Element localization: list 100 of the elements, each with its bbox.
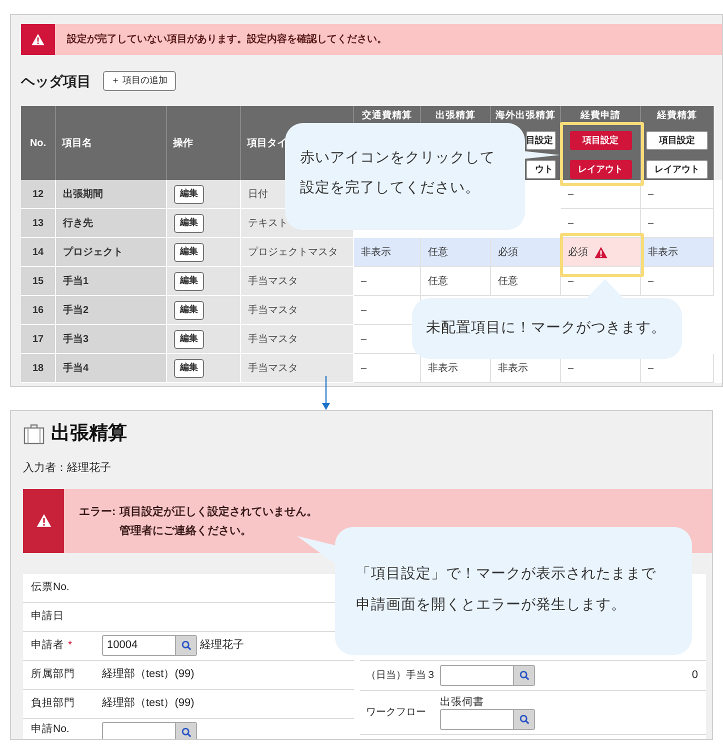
required-mark: * — [68, 638, 72, 653]
warning-icon — [31, 33, 45, 46]
item-name-cell: 手当4 — [56, 354, 167, 383]
alert-message: 設定が完了していない項目があります。設定内容を確認してください。 — [67, 32, 387, 47]
amount-text: 0 — [692, 668, 698, 683]
row-number: 13 — [21, 209, 56, 238]
item-type-cell: プロジェクトマスタ — [241, 238, 354, 267]
edit-button[interactable]: 編集 — [174, 184, 204, 204]
field-label: ワークフロー — [365, 706, 427, 720]
field-label: （日当）手当３ — [365, 668, 437, 682]
column-header: 項目名 — [56, 106, 167, 180]
warning-icon[interactable] — [594, 246, 608, 258]
field-value: 経理部（test）(99) — [102, 696, 194, 712]
cell-text: 非表示 — [428, 362, 458, 376]
column-title: 海外出張精算 — [496, 109, 556, 123]
warning-icon — [36, 513, 52, 528]
cell-text: – — [361, 362, 367, 376]
column-title: 出張精算 — [436, 109, 476, 123]
search-icon[interactable] — [518, 714, 530, 724]
search-icon[interactable] — [518, 670, 530, 680]
field-label: 負担部門 — [31, 696, 75, 711]
item-type-cell: 手当マスタ — [241, 296, 354, 325]
column-setting-button[interactable]: 項目設定 — [646, 131, 708, 150]
cell-text: 非表示 — [648, 246, 678, 260]
edit-button[interactable]: 編集 — [174, 214, 204, 232]
field-label: 伝票No. — [31, 580, 70, 595]
row-number: 16 — [21, 296, 56, 325]
cell-text: – — [568, 274, 574, 288]
callout-text: 「項目設定」で！マークが表示されたままで — [356, 564, 656, 584]
cell-text: – — [361, 304, 367, 318]
cell-text: 必須 — [568, 246, 588, 260]
item-name-cell: プロジェクト — [56, 238, 167, 267]
cell-text: 任意 — [428, 246, 448, 260]
error-message: 管理者にご連絡ください。 — [120, 524, 253, 538]
cell-text: 任意 — [498, 274, 518, 288]
cell-text: 必須 — [498, 246, 518, 260]
employee-name: 経理花子 — [200, 638, 244, 654]
field-caption: 出張伺書 — [440, 694, 485, 708]
error-message: 項目設定が正しく設定されていません。 — [120, 504, 318, 520]
field-value: 10004 — [106, 638, 139, 654]
cell-text: – — [648, 362, 654, 376]
item-type-cell: 手当マスタ — [241, 267, 354, 296]
section-title: ヘッダ項目 — [21, 72, 91, 90]
cell-text: – — [568, 362, 574, 376]
entered-by-text: 入力者：経理花子 — [23, 461, 112, 476]
column-setting-button[interactable]: 目設定 — [526, 131, 556, 150]
edit-button[interactable]: 編集 — [174, 272, 204, 290]
field-label: 所属部門 — [31, 666, 75, 682]
cell-text: 非表示 — [498, 362, 528, 376]
cell-text: – — [648, 216, 654, 230]
row-number: 15 — [21, 267, 56, 296]
item-name-cell: 手当3 — [56, 325, 167, 354]
row-number: 17 — [21, 325, 56, 354]
edit-button[interactable]: 編集 — [174, 242, 204, 262]
edit-button[interactable]: 編集 — [174, 330, 204, 348]
lookup-field[interactable] — [102, 722, 197, 739]
column-title: 交通費精算 — [362, 109, 412, 123]
field-label: 申請者 — [31, 638, 64, 653]
cell-text: – — [361, 274, 367, 288]
column-header: No. — [21, 106, 56, 180]
column-header: 操作 — [167, 106, 241, 180]
callout-text: 未配置項目に！マークがつきます。 — [426, 319, 666, 338]
field-value: 経理部（test）(99) — [102, 666, 194, 682]
item-name-cell: 手当2 — [56, 296, 167, 325]
cell-text: – — [361, 332, 367, 346]
item-name-cell: 出張期間 — [56, 180, 167, 209]
field-label: 申請No. — [31, 722, 70, 736]
cell-text: – — [648, 274, 654, 288]
page-title: 出張精算 — [51, 422, 127, 446]
cell-text: 非表示 — [361, 246, 391, 260]
callout-text: 申請画面を開くとエラーが発生します。 — [356, 596, 626, 615]
column-setting-button[interactable]: レイアウト — [646, 160, 708, 179]
column-setting-button[interactable]: ウト — [526, 160, 556, 179]
briefcase-icon — [23, 423, 45, 445]
row-number: 14 — [21, 238, 56, 267]
error-label: エラー: — [79, 504, 116, 520]
lookup-field[interactable] — [440, 708, 535, 730]
column-setting-button[interactable]: レイアウト — [570, 160, 632, 179]
field-label: 申請日 — [31, 608, 64, 624]
item-type-cell: 手当マスタ — [241, 354, 354, 383]
arrow — [322, 376, 330, 410]
row-number: 18 — [21, 354, 56, 383]
column-setting-button[interactable]: 項目設定 — [570, 131, 632, 150]
cell-text: 任意 — [428, 274, 448, 288]
cell-text: – — [568, 216, 574, 230]
edit-button[interactable]: 編集 — [174, 300, 204, 320]
cell-text: – — [568, 188, 574, 202]
lookup-field[interactable]: 10004 — [102, 635, 197, 656]
search-icon[interactable] — [180, 726, 192, 738]
edit-button[interactable]: 編集 — [174, 358, 204, 378]
add-item-button[interactable]: ＋ 項目の追加 — [103, 71, 176, 91]
cell-text: – — [648, 188, 654, 202]
column-title: 経費申請 — [580, 109, 620, 123]
search-icon[interactable] — [180, 640, 192, 651]
row-number: 12 — [21, 180, 56, 209]
item-type-cell: 手当マスタ — [241, 325, 354, 354]
item-name-cell: 行き先 — [56, 209, 167, 238]
item-name-cell: 手当1 — [56, 267, 167, 296]
column-title: 経費精算 — [657, 109, 697, 123]
lookup-field[interactable] — [440, 664, 535, 686]
